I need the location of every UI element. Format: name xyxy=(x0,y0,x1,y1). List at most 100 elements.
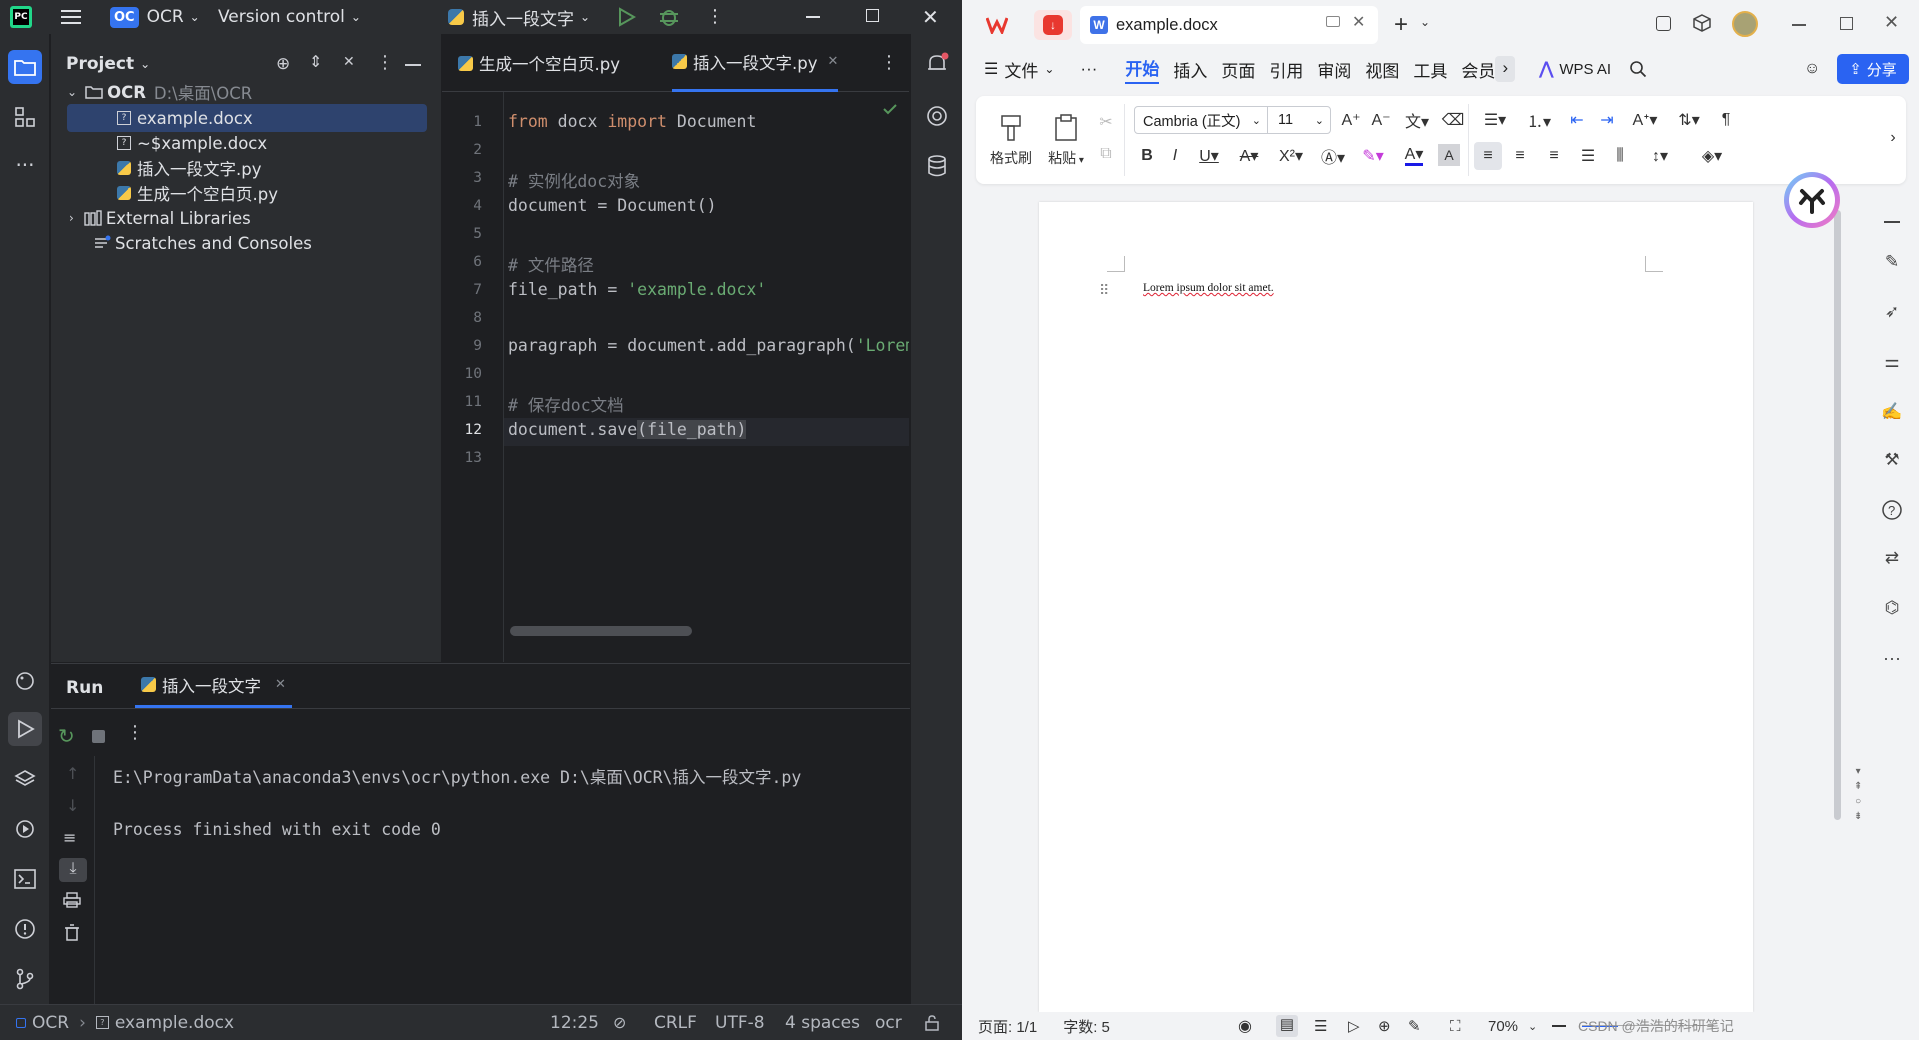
maximize-icon[interactable] xyxy=(1840,17,1853,30)
chevron-right-icon[interactable]: › xyxy=(1495,56,1516,82)
arrow-up-icon[interactable]: ↑ xyxy=(66,764,79,783)
format-painter-button[interactable]: 格式刷 xyxy=(984,106,1038,176)
tree-file-temp-docx[interactable]: ? ~$xample.docx xyxy=(51,129,441,157)
document-paragraph[interactable]: Lorem ipsum dolor sit amet. xyxy=(1143,282,1274,294)
paste-button[interactable]: 粘贴 ▾ xyxy=(1042,106,1090,176)
collapse-all-icon[interactable]: ✕ xyxy=(343,54,355,70)
tree-external-libraries[interactable]: › External Libraries xyxy=(51,204,441,232)
hamburger-icon[interactable]: ☰ xyxy=(984,59,998,79)
problems-icon[interactable] xyxy=(8,912,42,946)
show-marks-icon[interactable]: ¶ xyxy=(1714,106,1738,134)
close-tab-icon[interactable]: ✕ xyxy=(275,677,286,692)
wps-logo-icon[interactable] xyxy=(980,10,1014,40)
document-page[interactable]: ⠿ Lorem ipsum dolor sit amet. xyxy=(1039,202,1753,1012)
tab-options-icon[interactable]: ⋮ xyxy=(880,52,898,73)
main-menu-icon[interactable] xyxy=(61,8,81,26)
bold-icon[interactable]: B xyxy=(1134,142,1160,170)
tree-file-example-docx[interactable]: ? example.docx xyxy=(67,104,427,132)
print-icon[interactable] xyxy=(63,892,81,908)
outline-view-icon[interactable]: ☰ xyxy=(1314,1017,1327,1035)
terminal-icon[interactable] xyxy=(8,862,42,896)
database-icon[interactable] xyxy=(925,154,949,178)
justify-icon[interactable]: ☰ xyxy=(1574,142,1602,170)
arrow-down-icon[interactable]: ↓ xyxy=(66,796,79,815)
sign-icon[interactable]: ✍ xyxy=(1878,398,1906,426)
tree-file-insert-text-py[interactable]: 插入一段文字.py xyxy=(51,154,441,182)
project-switcher[interactable]: OC OCR ⌄ xyxy=(110,0,200,34)
tab-member[interactable]: 会员 xyxy=(1461,57,1495,82)
more-actions-icon[interactable]: ⋮ xyxy=(706,6,724,27)
zoom-level[interactable]: 70% xyxy=(1488,1018,1518,1035)
play-icon[interactable]: ▷ xyxy=(1348,1017,1360,1035)
robot-icon[interactable]: ⌬ xyxy=(1878,594,1906,622)
file-encoding[interactable]: UTF-8 xyxy=(715,1013,765,1033)
trash-icon[interactable] xyxy=(63,924,81,942)
code-area[interactable]: from docx import Document # 实例化doc对象 doc… xyxy=(442,92,909,612)
version-control-menu[interactable]: Version control ⌄ xyxy=(218,0,361,34)
text-direction-icon[interactable]: Aᐩ▾ xyxy=(1626,106,1664,134)
minimize-icon[interactable] xyxy=(1792,24,1806,26)
tab-view[interactable]: 视图 xyxy=(1365,57,1399,82)
sliders-icon[interactable]: ⚌ xyxy=(1878,348,1906,376)
tab-insert-text-py[interactable]: 插入一段文字.py ✕ xyxy=(672,34,839,92)
tree-file-blank-page-py[interactable]: 生成一个空白页.py xyxy=(51,179,441,207)
tools-icon[interactable]: ⚒ xyxy=(1878,446,1906,474)
fit-page-icon[interactable]: ⛶ xyxy=(1450,1018,1461,1035)
superscript-icon[interactable]: X²▾ xyxy=(1272,142,1310,170)
project-folder-icon[interactable] xyxy=(8,50,42,84)
translate-icon[interactable]: ⇄ xyxy=(1878,544,1906,572)
cube-icon[interactable] xyxy=(1692,13,1712,33)
align-right-icon[interactable]: ≡ xyxy=(1540,142,1568,170)
font-family-select[interactable]: Cambria (正文) ⌄ xyxy=(1134,106,1268,134)
ai-assistant-icon[interactable] xyxy=(925,104,949,128)
strikethrough-icon[interactable]: A▾ xyxy=(1232,142,1266,170)
cut-icon[interactable]: ✂ xyxy=(1094,110,1118,134)
page-view-icon[interactable]: ▤ xyxy=(1276,1015,1298,1037)
rerun-icon[interactable]: ↻ xyxy=(58,724,75,748)
avatar[interactable] xyxy=(1732,11,1758,37)
breadcrumb-file[interactable]: example.docx xyxy=(115,1013,234,1033)
run-tool-icon[interactable] xyxy=(8,712,42,746)
stop-icon[interactable] xyxy=(92,730,105,743)
cursor-select-icon[interactable]: ➶ xyxy=(1878,298,1906,326)
more-icon[interactable]: ··· xyxy=(1878,644,1906,672)
expand-all-icon[interactable]: ⇕ xyxy=(309,52,322,71)
notifications-icon[interactable] xyxy=(925,52,949,76)
breadcrumb-project[interactable]: OCR xyxy=(32,1013,69,1033)
phonetic-icon[interactable]: 文▾ xyxy=(1400,106,1434,134)
decrease-indent-icon[interactable]: ⇤ xyxy=(1564,106,1590,134)
git-branch-icon[interactable] xyxy=(8,962,42,996)
font-color-icon[interactable]: A▾ xyxy=(1396,142,1432,170)
ribbon-scroll-right-icon[interactable]: › xyxy=(1884,124,1902,152)
align-center-icon[interactable]: ≡ xyxy=(1506,142,1534,170)
grow-font-icon[interactable]: A⁺ xyxy=(1338,106,1364,134)
vertical-scrollbar[interactable] xyxy=(1834,210,1841,820)
increase-indent-icon[interactable]: ⇥ xyxy=(1594,106,1620,134)
close-icon[interactable]: ✕ xyxy=(922,5,939,29)
share-button[interactable]: ⇪ 分享 xyxy=(1837,54,1909,84)
debug-icon[interactable] xyxy=(658,6,680,28)
align-left-icon[interactable]: ≡ xyxy=(1474,142,1502,170)
tab-home[interactable]: 开始 xyxy=(1125,55,1160,84)
collapse-icon[interactable] xyxy=(1878,208,1906,236)
project-panel-header[interactable]: Project ⌄ xyxy=(66,54,150,74)
word-count[interactable]: 字数: 5 xyxy=(1063,1016,1110,1037)
close-tab-icon[interactable]: ✕ xyxy=(827,54,838,69)
tab-page[interactable]: 页面 xyxy=(1221,57,1255,82)
chevron-down-icon[interactable]: ⌄ xyxy=(1528,1020,1537,1033)
tab-references[interactable]: 引用 xyxy=(1269,57,1303,82)
python-console-icon[interactable] xyxy=(8,664,42,698)
help-icon[interactable]: ? xyxy=(1878,496,1906,524)
line-spacing-icon[interactable]: ↕▾ xyxy=(1640,142,1680,170)
run-options-icon[interactable]: ⋮ xyxy=(126,722,144,743)
window-switch-icon[interactable] xyxy=(1656,16,1671,31)
font-size-select[interactable]: 11 ⌄ xyxy=(1267,106,1331,134)
comment-icon[interactable]: ☺ xyxy=(1804,60,1820,78)
soft-wrap-icon[interactable]: ≡ xyxy=(63,828,76,847)
scroll-to-end-icon[interactable]: ⤓ xyxy=(59,858,87,882)
copy-icon[interactable]: ⧉ xyxy=(1094,142,1118,166)
line-separator[interactable]: CRLF xyxy=(654,1013,697,1033)
run-config-selector[interactable]: 插入一段文字 ⌄ xyxy=(448,0,590,34)
text-effect-icon[interactable]: Ⓐ▾ xyxy=(1316,142,1350,170)
close-icon[interactable]: ✕ xyxy=(1352,12,1365,32)
